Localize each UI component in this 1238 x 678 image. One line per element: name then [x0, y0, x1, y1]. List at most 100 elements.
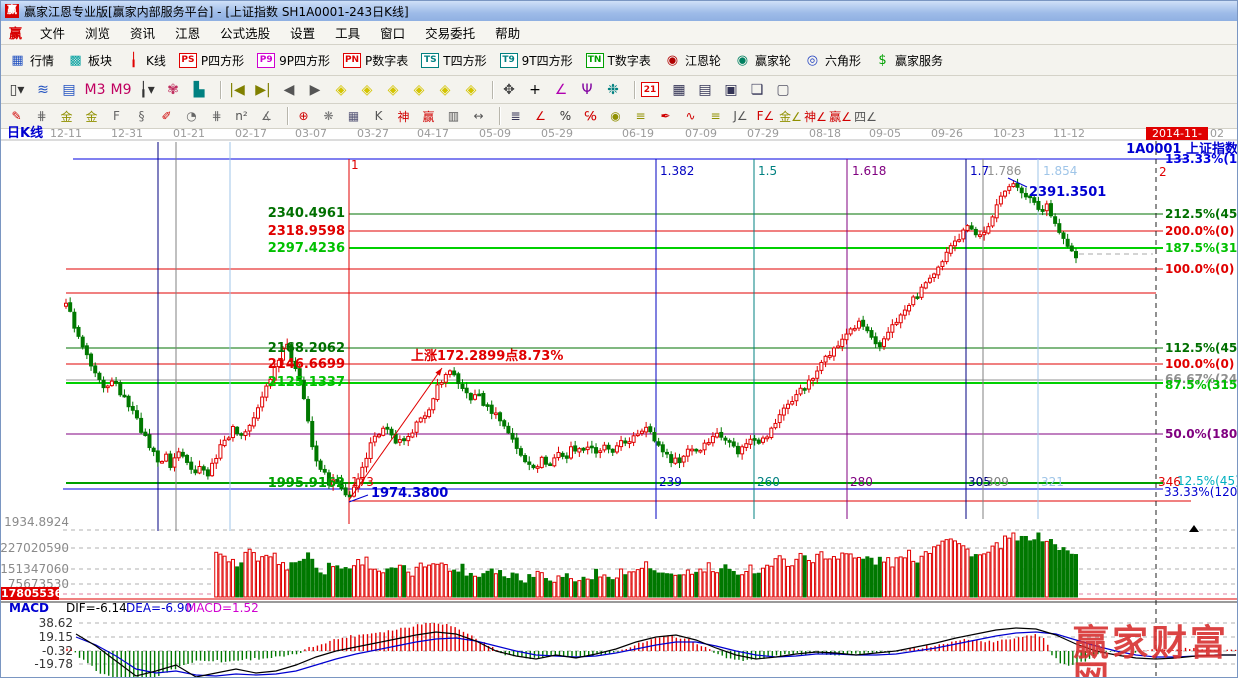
- first-bar-button[interactable]: |◀: [227, 80, 247, 99]
- kline-style-dropdown-icon: ▯▾: [7, 80, 27, 99]
- menu-工具[interactable]: 工具: [325, 21, 370, 44]
- tool-label: 9P四方形: [279, 52, 330, 69]
- toolbar-separator: [492, 81, 494, 99]
- wave9-icon-icon: M9: [111, 80, 131, 99]
- shen-grid-tool[interactable]: 神: [394, 108, 413, 125]
- percent-line-tool[interactable]: ℅: [581, 108, 600, 125]
- p-square-button[interactable]: PSP四方形: [179, 52, 244, 69]
- wave9-icon[interactable]: M9: [111, 80, 131, 99]
- analysis-brain-icon[interactable]: ❉: [603, 80, 623, 99]
- workstation-button-icon: ▢: [773, 80, 793, 99]
- t-square-button[interactable]: TST四方形: [421, 52, 486, 69]
- crosshair-tool[interactable]: +: [525, 80, 545, 99]
- prev-bar-button-icon: ◀: [279, 80, 299, 99]
- menu-交易委托[interactable]: 交易委托: [415, 21, 485, 44]
- menu-窗口[interactable]: 窗口: [370, 21, 415, 44]
- target-tool[interactable]: ⊕: [294, 108, 313, 125]
- pencil-tool[interactable]: ✎: [7, 108, 26, 125]
- menu-文件[interactable]: 文件: [30, 21, 75, 44]
- gann-zoom-4[interactable]: ◈: [409, 80, 429, 99]
- winner-service-button[interactable]: $赢家服务: [874, 52, 943, 69]
- pattern-icon[interactable]: ✾: [163, 80, 183, 99]
- fib-grid-tool[interactable]: F: [107, 108, 126, 125]
- save-button[interactable]: ▣: [721, 80, 741, 99]
- gann-zoom-4-icon: ◈: [409, 80, 429, 99]
- menu-资讯[interactable]: 资讯: [120, 21, 165, 44]
- gann-zoom-5[interactable]: ◈: [435, 80, 455, 99]
- square-n2-tool[interactable]: n²: [232, 108, 251, 125]
- hand-tool[interactable]: ✥: [499, 80, 519, 99]
- volume-profile-icon[interactable]: ▙: [189, 80, 209, 99]
- wave-line-tool-icon: ∿: [681, 108, 700, 125]
- flag-pen-tool[interactable]: ✒: [656, 108, 675, 125]
- next-bar-button[interactable]: ▶: [305, 80, 325, 99]
- angle-f-tool[interactable]: F∠: [756, 108, 775, 125]
- golden-levels2-tool[interactable]: ≡: [706, 108, 725, 125]
- quotes-button[interactable]: ▦行情: [9, 52, 54, 69]
- kline-style-dropdown[interactable]: ▯▾: [7, 80, 27, 99]
- width-measure-tool[interactable]: ↔: [469, 108, 488, 125]
- angle-si-tool[interactable]: 四∠: [856, 108, 875, 125]
- gann-zoom-6-icon: ◈: [461, 80, 481, 99]
- prev-bar-button[interactable]: ◀: [279, 80, 299, 99]
- hexagon-button[interactable]: ◎六角形: [804, 52, 861, 69]
- angle-shen-tool[interactable]: 神∠: [806, 108, 825, 125]
- wave-line-tool[interactable]: ∿: [681, 108, 700, 125]
- ying-grid-tool[interactable]: 赢: [419, 108, 438, 125]
- angle-gold-tool[interactable]: 金∠: [781, 108, 800, 125]
- price-pencil-tool[interactable]: ✐: [157, 108, 176, 125]
- ruler123-tool[interactable]: ▥: [444, 108, 463, 125]
- p-table-button[interactable]: PNP数字表: [343, 52, 408, 69]
- workstation-button[interactable]: ▢: [773, 80, 793, 99]
- window-title: 赢家江恩专业版[赢家内部服务平台] - [上证指数 SH1A0001-243日K…: [24, 3, 409, 20]
- time-grid-tool[interactable]: ⋕: [207, 108, 226, 125]
- price-ladder-tool[interactable]: ≣: [506, 108, 525, 125]
- calculator-button[interactable]: ▦: [669, 80, 689, 99]
- menu-江恩[interactable]: 江恩: [165, 21, 210, 44]
- zigzag-chart-icon[interactable]: ≋: [33, 80, 53, 99]
- menu-公式选股[interactable]: 公式选股: [210, 21, 280, 44]
- gann-zoom-2[interactable]: ◈: [357, 80, 377, 99]
- grid-web-tool-icon: ▦: [344, 108, 363, 125]
- angle-j-tool[interactable]: J∠: [731, 108, 750, 125]
- golden-grid-tool[interactable]: 金: [57, 108, 76, 125]
- angle-tool[interactable]: ∠: [551, 80, 571, 99]
- gann-zoom-1[interactable]: ◈: [331, 80, 351, 99]
- wave3-icon[interactable]: M3: [85, 80, 105, 99]
- percent-tool[interactable]: %: [556, 108, 575, 125]
- menu-浏览[interactable]: 浏览: [75, 21, 120, 44]
- sectors-button[interactable]: ▩板块: [67, 52, 112, 69]
- double-line-tool[interactable]: K: [369, 108, 388, 125]
- mirror-angle-tool[interactable]: ∡: [257, 108, 276, 125]
- gann-zoom-6[interactable]: ◈: [461, 80, 481, 99]
- winner-wheel-button[interactable]: ◉赢家轮: [734, 52, 791, 69]
- 9t-square-button[interactable]: T99T四方形: [500, 52, 573, 69]
- chart-area[interactable]: [1, 129, 1237, 678]
- kline-dropdown[interactable]: ╽▾: [137, 80, 157, 99]
- gann-zoom-3[interactable]: ◈: [383, 80, 403, 99]
- gann-stamp-tool[interactable]: Ψ: [577, 80, 597, 99]
- gann-wheel-button[interactable]: ◉江恩轮: [664, 52, 721, 69]
- percent-angle-tool[interactable]: ∠: [531, 108, 550, 125]
- angle-ying-tool[interactable]: 赢∠: [831, 108, 850, 125]
- fib-grid-tool-icon: F: [107, 108, 126, 125]
- golden-levels-tool[interactable]: ≡: [631, 108, 650, 125]
- last-bar-button[interactable]: ▶|: [253, 80, 273, 99]
- calendar-button[interactable]: 21: [641, 82, 663, 97]
- notes-button[interactable]: ▤: [695, 80, 715, 99]
- snapshot-button[interactable]: ❏: [747, 80, 767, 99]
- t-table-button[interactable]: TNT数字表: [586, 52, 651, 69]
- spiral-tool[interactable]: §: [132, 108, 151, 125]
- double-line-tool-icon: K: [369, 108, 388, 125]
- menu-设置[interactable]: 设置: [280, 21, 325, 44]
- gann-lines-tool[interactable]: ⋕: [32, 108, 51, 125]
- grid-web-tool[interactable]: ▦: [344, 108, 363, 125]
- golden-grid2-tool[interactable]: 金: [82, 108, 101, 125]
- kline-button[interactable]: ╽K线: [125, 52, 166, 69]
- cycle-circle-tool[interactable]: ◔: [182, 108, 201, 125]
- note-icon[interactable]: ▤: [59, 80, 79, 99]
- 9p-square-button[interactable]: P99P四方形: [257, 52, 330, 69]
- golden-circle-tool[interactable]: ◉: [606, 108, 625, 125]
- star-web-tool[interactable]: ❋: [319, 108, 338, 125]
- menu-帮助[interactable]: 帮助: [485, 21, 530, 44]
